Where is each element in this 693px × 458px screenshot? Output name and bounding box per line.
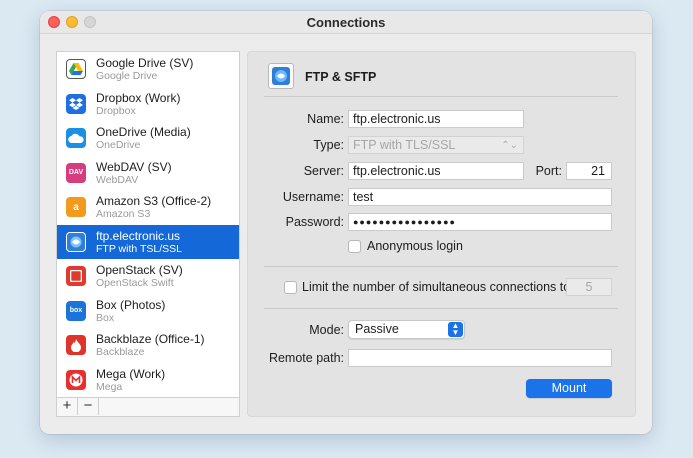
sidebar-item-box[interactable]: box Box (Photos) Box xyxy=(57,294,239,329)
sidebar-item-subtitle: Mega xyxy=(96,380,123,393)
mega-icon xyxy=(66,369,86,390)
sidebar-item-label: Amazon S3 (Office-2) xyxy=(96,194,212,208)
sidebar-footer: + − xyxy=(57,397,239,416)
sidebar-item-label: Mega (Work) xyxy=(96,366,166,381)
sidebar-item-subtitle: OpenStack Swift xyxy=(96,277,174,289)
sidebar-item-mega[interactable]: Mega (Work) Mega xyxy=(57,363,239,398)
anonymous-login-label: Anonymous login xyxy=(367,239,463,253)
separator-2 xyxy=(264,308,618,309)
onedrive-icon xyxy=(66,128,86,148)
server-field[interactable]: ftp.electronic.us xyxy=(348,162,524,180)
username-field[interactable]: test xyxy=(348,188,612,206)
sidebar-item-ftp[interactable]: ftp.electronic.us FTP with TSL/SSL xyxy=(57,224,239,259)
window-title: Connections xyxy=(306,15,386,30)
sidebar-item-subtitle: Amazon S3 xyxy=(96,208,151,220)
sidebar-item-subtitle: Backblaze xyxy=(96,346,145,358)
port-field[interactable]: 21 xyxy=(566,162,612,180)
sidebar-item-subtitle: Dropbox xyxy=(96,104,136,117)
sidebar-item-subtitle: Google Drive xyxy=(96,70,158,82)
mode-select[interactable]: Passive ▲ ▼ xyxy=(348,320,465,339)
mode-value: Passive xyxy=(355,322,399,336)
sidebar-item-subtitle: FTP with TSL/SSL xyxy=(96,242,182,255)
sidebar-item-label: WebDAV (SV) xyxy=(96,159,172,174)
port-label: Port: xyxy=(535,164,562,178)
limit-connections-label: Limit the number of simultaneous connect… xyxy=(302,280,571,294)
username-label: Username: xyxy=(282,190,344,204)
header-separator xyxy=(264,96,618,97)
sidebar-item-subtitle: OneDrive xyxy=(96,139,141,151)
type-select[interactable]: FTP with TLS/SSL ⌃⌄ xyxy=(348,136,524,154)
panel-title: FTP & SFTP xyxy=(305,70,377,84)
amazon-s3-icon: a xyxy=(66,197,86,217)
sidebar-item-onedrive[interactable]: OneDrive (Media) OneDrive xyxy=(57,121,239,156)
sidebar-item-openstack[interactable]: OpenStack (SV) OpenStack Swift xyxy=(57,259,239,294)
sidebar-item-label: Backblaze (Office-1) xyxy=(96,332,205,346)
add-connection-button[interactable]: + xyxy=(57,398,78,415)
sidebar-item-webdav[interactable]: DAV WebDAV (SV) WebDAV xyxy=(57,156,239,191)
chevron-updown-icon: ▲ ▼ xyxy=(448,322,463,337)
name-field[interactable]: ftp.electronic.us xyxy=(348,110,524,128)
sidebar-item-subtitle: Box xyxy=(96,311,115,324)
limit-connections-field[interactable]: 5 xyxy=(566,278,612,296)
name-label: Name: xyxy=(307,112,344,126)
ftp-icon xyxy=(268,63,294,89)
ftp-icon xyxy=(66,231,86,252)
password-label: Password: xyxy=(285,215,344,229)
mode-label: Mode: xyxy=(309,323,344,337)
sidebar-item-subtitle: WebDAV xyxy=(96,173,139,186)
sidebar-item-label: OpenStack (SV) xyxy=(96,263,183,277)
server-label: Server: xyxy=(303,164,344,178)
titlebar: Connections xyxy=(40,11,652,34)
sidebar-item-label: Box (Photos) xyxy=(96,297,166,312)
connections-sidebar: Google Drive (SV) Google Drive Dropbox (Wo… xyxy=(56,51,240,417)
sidebar-item-label: OneDrive (Media) xyxy=(96,125,191,139)
type-value: FTP with TLS/SSL xyxy=(353,138,456,152)
type-label: Type: xyxy=(313,138,344,152)
remote-path-field[interactable] xyxy=(348,349,612,367)
password-field[interactable]: ●●●●●●●●●●●●●●●● xyxy=(348,213,612,231)
sidebar-item-backblaze[interactable]: Backblaze (Office-1) Backblaze xyxy=(57,328,239,363)
webdav-icon: DAV xyxy=(66,162,86,183)
sidebar-item-amazon-s3[interactable]: a Amazon S3 (Office-2) Amazon S3 xyxy=(57,190,239,225)
remote-path-label: Remote path: xyxy=(268,351,344,365)
dropbox-icon xyxy=(66,93,86,114)
remove-connection-button[interactable]: − xyxy=(78,398,99,415)
limit-connections-checkbox[interactable] xyxy=(284,281,297,294)
anonymous-login-checkbox[interactable] xyxy=(348,240,361,253)
sidebar-item-google-drive[interactable]: Google Drive (SV) Google Drive xyxy=(57,52,239,87)
sidebar-item-label: ftp.electronic.us xyxy=(96,228,181,243)
google-drive-icon xyxy=(66,59,86,79)
box-icon: box xyxy=(66,300,86,321)
connections-list: Google Drive (SV) Google Drive Dropbox (Wo… xyxy=(57,52,239,400)
sidebar-item-label: Google Drive (SV) xyxy=(96,56,194,70)
sidebar-item-label: Dropbox (Work) xyxy=(96,90,181,105)
backblaze-icon xyxy=(66,335,86,355)
separator-1 xyxy=(264,266,618,267)
chevron-updown-icon: ⌃⌄ xyxy=(501,140,518,151)
mount-button[interactable]: Mount xyxy=(526,379,612,398)
sidebar-item-dropbox[interactable]: Dropbox (Work) Dropbox xyxy=(57,87,239,122)
connection-settings-panel: FTP & SFTP Name: ftp.electronic.us Type:… xyxy=(247,51,636,417)
connections-window: Connections Google Drive (SV) Google Driv… xyxy=(40,11,652,434)
openstack-icon xyxy=(66,266,86,286)
